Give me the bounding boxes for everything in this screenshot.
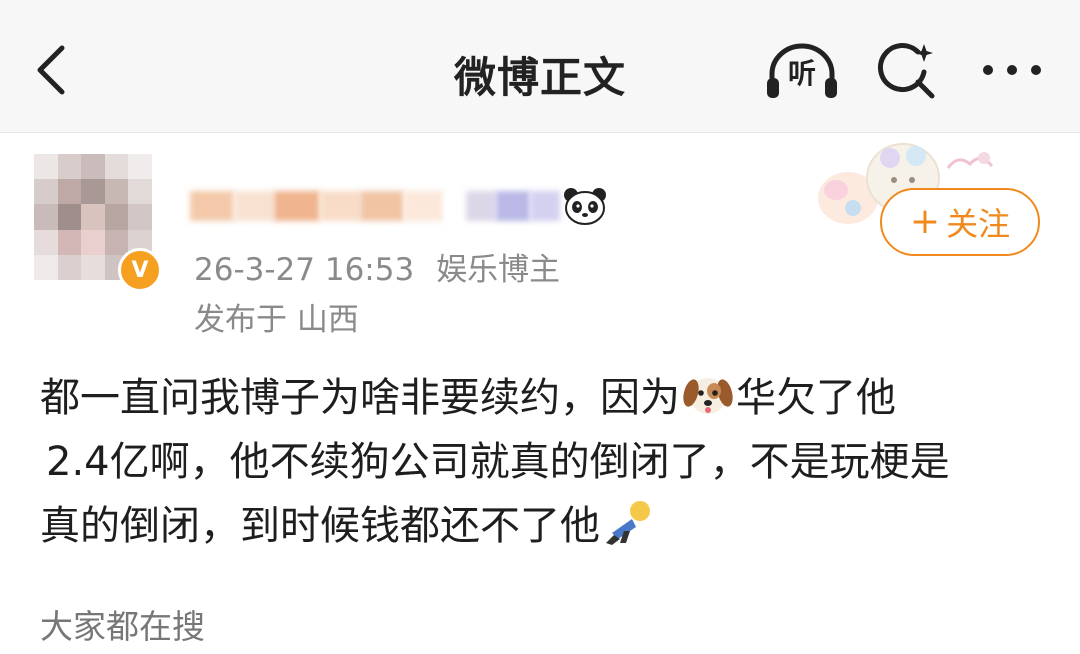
follow-label: 关注 — [946, 205, 1011, 243]
listen-button[interactable]: 听 — [764, 40, 840, 104]
panda-emoji-icon — [562, 186, 608, 226]
author-name-blurred[interactable] — [190, 186, 560, 226]
listen-label: 听 — [787, 57, 816, 90]
post-meta: 26-3-27 16:53 娱乐博主 — [194, 244, 560, 289]
plus-icon: + — [909, 201, 941, 242]
more-dots-icon — [983, 65, 1041, 75]
trending-search-label[interactable]: 大家都在搜 — [40, 600, 205, 648]
author-type: 娱乐博主 — [436, 252, 561, 288]
post-line: 都一直问我博子为啥非要续约，因为 华欠了他 — [40, 366, 1050, 430]
post-location: 发布于 山西 — [194, 302, 359, 338]
lying-person-emoji — [606, 501, 650, 545]
post-text: 2.4亿啊，他不续狗公司就真的倒闭了，不是玩梗是 — [46, 439, 950, 485]
post-line: 真的倒闭，到时候钱都还不了他 — [40, 494, 1050, 558]
post-text: 华欠了他 — [736, 375, 896, 421]
ai-search-button[interactable] — [874, 38, 940, 104]
chevron-left-icon — [37, 45, 65, 95]
weibo-post-page: 微博正文 听 V 26-3-27 16:53 娱乐博主 发布于 山西 + 关注 … — [0, 0, 1080, 654]
post-line: 2.4亿啊，他不续狗公司就真的倒闭了，不是玩梗是 — [40, 430, 1050, 494]
ai-search-icon — [877, 43, 935, 99]
more-options-button[interactable] — [978, 46, 1046, 94]
post-text: 真的倒闭，到时候钱都还不了他 — [40, 503, 600, 549]
dog-emoji — [683, 378, 733, 414]
follow-button[interactable]: + 关注 — [880, 188, 1040, 256]
back-button[interactable] — [28, 38, 76, 102]
author-avatar[interactable]: V — [32, 152, 162, 292]
post-content: 都一直问我博子为啥非要续约，因为 华欠了他 2.4亿啊，他不续狗公司就真的倒闭了… — [40, 366, 1050, 558]
post-text: 都一直问我博子为啥非要续约，因为 — [40, 375, 680, 421]
verified-badge-icon: V — [118, 248, 162, 292]
post-timestamp: 26-3-27 16:53 — [194, 252, 415, 288]
top-nav-bar: 微博正文 听 — [0, 0, 1080, 133]
